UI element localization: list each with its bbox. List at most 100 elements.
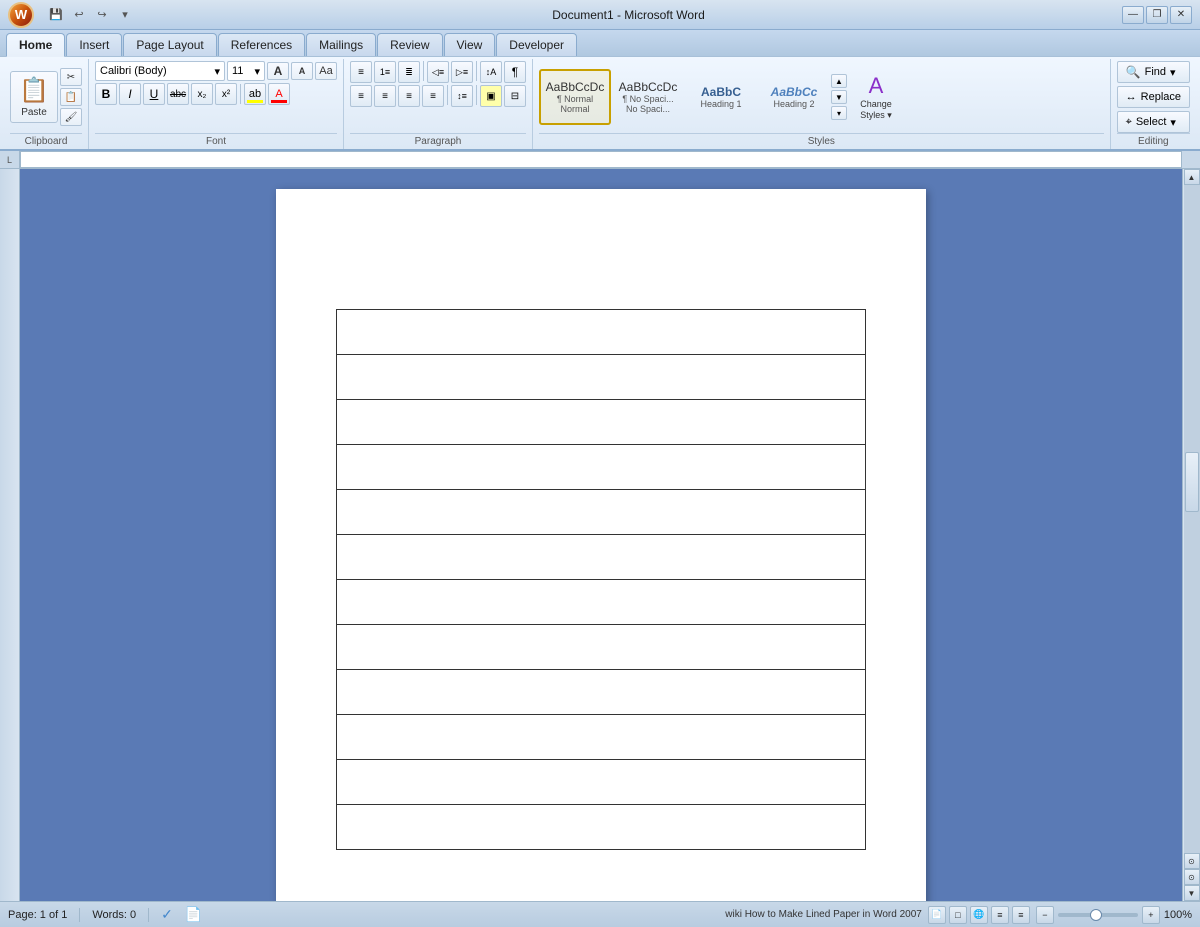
inc-indent-button[interactable]: ▷≡	[451, 61, 473, 83]
styles-scroll: ▲ ▼ ▾	[831, 74, 847, 120]
scroll-track[interactable]	[1184, 185, 1200, 853]
tab-view[interactable]: View	[444, 33, 496, 56]
table-cell	[337, 805, 866, 850]
strikethrough-button[interactable]: abc	[167, 83, 189, 105]
shading-button[interactable]: ▣	[480, 85, 502, 107]
restore-button[interactable]: ❐	[1146, 6, 1168, 24]
close-button[interactable]: ✕	[1170, 6, 1192, 24]
scroll-down-button[interactable]: ▼	[1184, 885, 1200, 901]
zoom-out-button[interactable]: −	[1036, 906, 1054, 924]
borders-button[interactable]: ⊟	[504, 85, 526, 107]
spell-check-icon[interactable]: ✓	[161, 906, 173, 923]
numbering-button[interactable]: 1≡	[374, 61, 396, 83]
font-name-selector[interactable]: Calibri (Body) ▾	[95, 61, 225, 81]
minimize-button[interactable]: —	[1122, 6, 1144, 24]
font-shrink-button[interactable]: A	[291, 62, 313, 80]
cut-button[interactable]: ✂	[60, 68, 82, 86]
styles-scroll-more[interactable]: ▾	[831, 106, 847, 120]
editing-controls: 🔍 Find ▾ ↔ Replace ⌖ Select ▾	[1117, 61, 1190, 133]
zoom-slider[interactable]	[1058, 913, 1138, 917]
select-icon: ⌖	[1126, 116, 1132, 129]
scroll-thumb[interactable]	[1185, 452, 1199, 512]
table-body	[337, 310, 866, 850]
style-normal[interactable]: AaBbCcDc ¶ Normal Normal	[539, 69, 611, 125]
justify-button[interactable]: ≡	[422, 85, 444, 107]
copy-button[interactable]: 📋	[60, 88, 82, 106]
undo-button[interactable]: ↩	[69, 5, 89, 25]
table-row	[337, 715, 866, 760]
scroll-next-page-button[interactable]: ⊙	[1184, 869, 1200, 885]
line-spacing-button[interactable]: ↕≡	[451, 85, 473, 107]
bullets-button[interactable]: ≡	[350, 61, 372, 83]
tab-mailings[interactable]: Mailings	[306, 33, 376, 56]
style-heading1-label: Heading 1	[700, 99, 741, 109]
change-styles-button[interactable]: A ChangeStyles ▾	[848, 69, 904, 125]
tab-pagelayout[interactable]: Page Layout	[123, 33, 216, 56]
style-nospace[interactable]: AaBbCcDc ¶ No Spaci... No Spaci...	[612, 69, 684, 125]
select-button[interactable]: ⌖ Select ▾	[1117, 111, 1190, 133]
styles-scroll-up[interactable]: ▲	[831, 74, 847, 88]
table-row	[337, 805, 866, 850]
font-color-bar	[271, 100, 287, 103]
table-cell	[337, 670, 866, 715]
superscript-button[interactable]: x²	[215, 83, 237, 105]
style-heading1[interactable]: AaBbC Heading 1	[685, 69, 757, 125]
print-layout-button[interactable]: 📄	[928, 906, 946, 924]
style-heading2[interactable]: AaBbCc Heading 2	[758, 69, 830, 125]
change-styles-label: ChangeStyles ▾	[860, 99, 892, 121]
change-styles-icon: A	[869, 73, 884, 99]
multilevel-button[interactable]: ≣	[398, 61, 420, 83]
bold-button[interactable]: B	[95, 83, 117, 105]
redo-button[interactable]: ↪	[92, 5, 112, 25]
zoom-in-button[interactable]: +	[1142, 906, 1160, 924]
find-icon: 🔍	[1126, 65, 1141, 79]
font-controls: Calibri (Body) ▾ 11 ▾ A A Aa B I U abc	[95, 61, 337, 133]
doc-thumbnail-icon[interactable]: 📄	[185, 906, 202, 923]
align-right-button[interactable]: ≡	[398, 85, 420, 107]
save-button[interactable]: 💾	[46, 5, 66, 25]
style-nospace-sublabel: ¶ No Spaci...	[622, 94, 673, 104]
editing-label: Editing	[1117, 133, 1190, 147]
italic-button[interactable]: I	[119, 83, 141, 105]
table-cell	[337, 715, 866, 760]
draft-button[interactable]: ≡	[1012, 906, 1030, 924]
web-layout-button[interactable]: 🌐	[970, 906, 988, 924]
styles-scroll-down[interactable]: ▼	[831, 90, 847, 104]
document-area[interactable]	[20, 169, 1182, 901]
find-label: Find	[1145, 66, 1166, 78]
quick-access-more-button[interactable]: ▾	[115, 5, 135, 25]
paste-button[interactable]: 📋 Paste	[10, 71, 58, 123]
underline-button[interactable]: U	[143, 83, 165, 105]
replace-button[interactable]: ↔ Replace	[1117, 86, 1190, 108]
full-reading-button[interactable]: □	[949, 906, 967, 924]
style-nospace-preview: AaBbCcDc	[619, 80, 678, 94]
table-cell	[337, 625, 866, 670]
find-button[interactable]: 🔍 Find ▾	[1117, 61, 1190, 83]
clear-format-button[interactable]: Aa	[315, 62, 337, 80]
tab-review[interactable]: Review	[377, 33, 442, 56]
scroll-up-button[interactable]: ▲	[1184, 169, 1200, 185]
paragraph-row2: ≡ ≡ ≡ ≡ ↕≡ ▣ ⊟	[350, 85, 526, 107]
tab-developer[interactable]: Developer	[496, 33, 577, 56]
font-color-button[interactable]: A	[268, 83, 290, 105]
format-painter-button[interactable]: 🖌	[60, 108, 82, 126]
tab-home[interactable]: Home	[6, 33, 65, 57]
subscript-button[interactable]: x₂	[191, 83, 213, 105]
font-size-selector[interactable]: 11 ▾	[227, 61, 265, 81]
table-row	[337, 535, 866, 580]
font-format-row: B I U abc x₂ x² ab A	[95, 83, 337, 105]
dec-indent-button[interactable]: ◁≡	[427, 61, 449, 83]
styles-group: AaBbCcDc ¶ Normal Normal AaBbCcDc ¶ No S…	[533, 59, 1111, 149]
scroll-prev-page-button[interactable]: ⊙	[1184, 853, 1200, 869]
highlight-button[interactable]: ab	[244, 83, 266, 105]
show-marks-button[interactable]: ¶	[504, 61, 526, 83]
tab-insert[interactable]: Insert	[66, 33, 122, 56]
align-center-button[interactable]: ≡	[374, 85, 396, 107]
font-grow-button[interactable]: A	[267, 62, 289, 80]
align-left-button[interactable]: ≡	[350, 85, 372, 107]
tab-references[interactable]: References	[218, 33, 305, 56]
sort-button[interactable]: ↕A	[480, 61, 502, 83]
table-row	[337, 580, 866, 625]
outline-button[interactable]: ≡	[991, 906, 1009, 924]
office-button[interactable]: W	[8, 2, 34, 28]
